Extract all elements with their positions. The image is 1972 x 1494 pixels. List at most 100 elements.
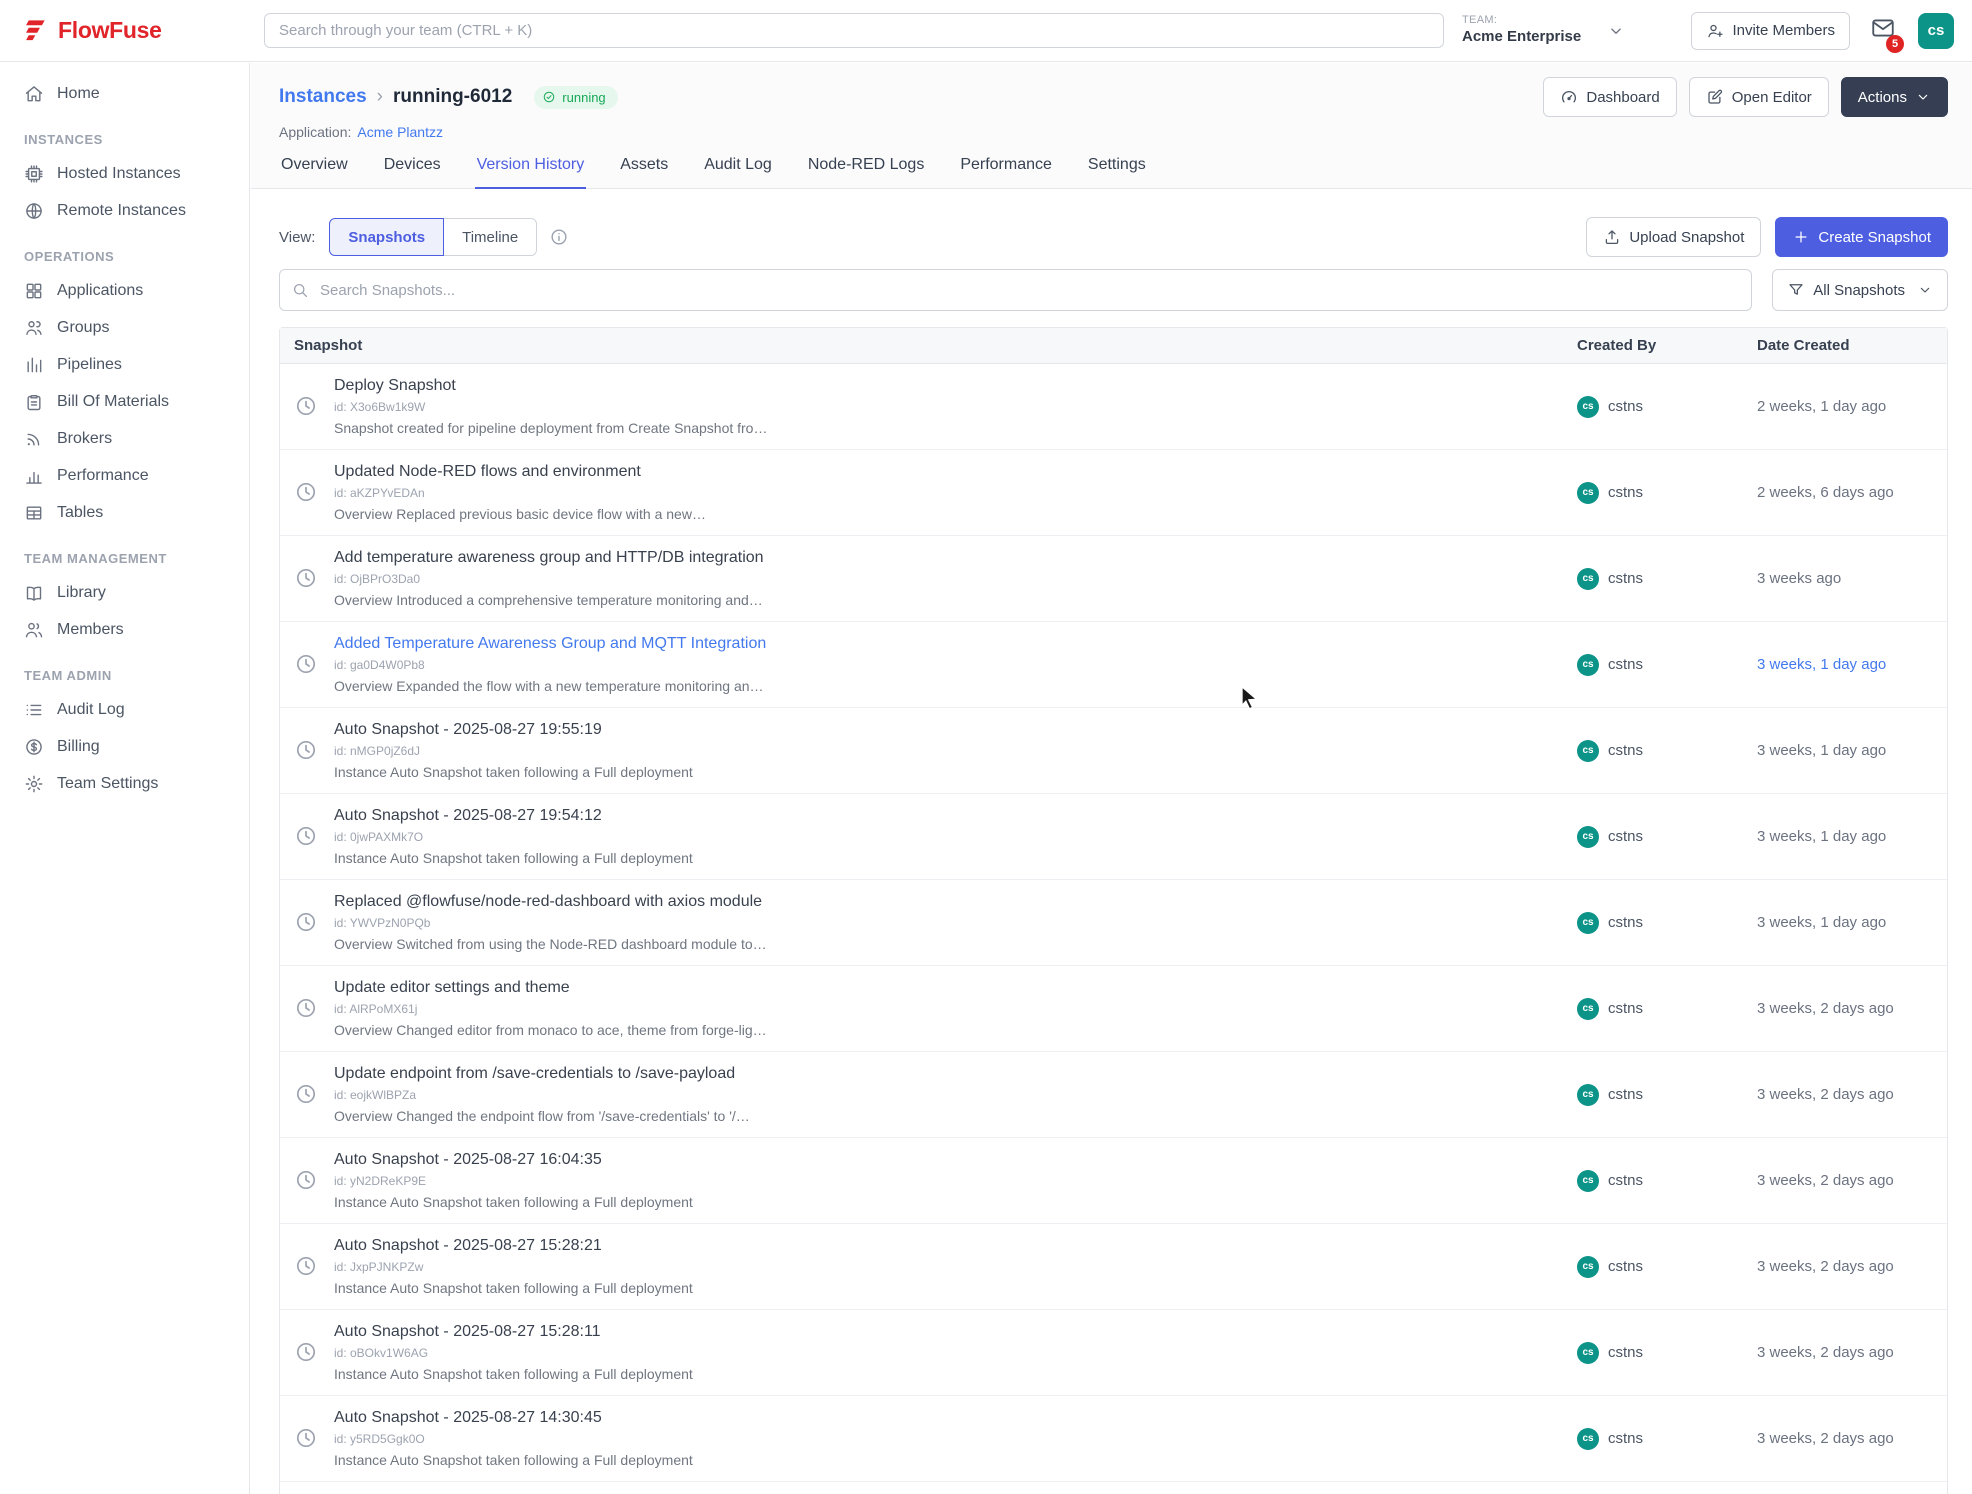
sidebar-item-billing[interactable]: Billing xyxy=(0,728,249,765)
sidebar-item-pipelines[interactable]: Pipelines xyxy=(0,346,249,383)
snapshot-title[interactable]: Update endpoint from /save-credentials t… xyxy=(334,1064,750,1085)
globe-icon xyxy=(24,201,44,221)
snapshot-row[interactable]: Update editor settings and theme id: AlR… xyxy=(280,966,1947,1052)
dashboard-icon xyxy=(1560,88,1578,106)
sidebar-item-library[interactable]: Library xyxy=(0,574,249,611)
user-avatar[interactable]: cs xyxy=(1918,13,1954,49)
sidebar-item-hosted-instances[interactable]: Hosted Instances xyxy=(0,155,249,192)
author-name: cstns xyxy=(1608,1086,1643,1103)
sidebar-item-label: Library xyxy=(57,584,106,602)
snapshot-id: id: aKZPYvEDAn xyxy=(334,486,706,502)
snapshot-row[interactable]: Auto Snapshot - 2025-08-27 15:28:11 id: … xyxy=(280,1310,1947,1396)
create-snapshot-button[interactable]: Create Snapshot xyxy=(1775,217,1948,257)
sidebar-item-label: Brokers xyxy=(57,430,112,448)
snapshot-title[interactable]: Auto Snapshot - 2025-08-27 19:54:12 xyxy=(334,806,693,827)
tab-node-red-logs[interactable]: Node-RED Logs xyxy=(806,156,927,189)
column-header-date-created[interactable]: Date Created xyxy=(1757,337,1947,354)
upload-snapshot-button[interactable]: Upload Snapshot xyxy=(1586,217,1761,257)
date-created-cell: 3 weeks, 1 day ago xyxy=(1757,828,1947,845)
snapshot-description: Overview Changed editor from monaco to a… xyxy=(334,1021,767,1039)
notifications-button[interactable]: 5 xyxy=(1870,15,1896,46)
team-switcher[interactable]: TEAM: Acme Enterprise xyxy=(1462,14,1625,47)
snapshot-title[interactable]: Deploy Snapshot xyxy=(334,376,767,397)
created-by-cell: cs cstns xyxy=(1577,396,1757,418)
clock-icon xyxy=(294,652,318,676)
snapshot-row[interactable]: Update endpoint from /save-credentials t… xyxy=(280,1052,1947,1138)
sidebar-item-remote-instances[interactable]: Remote Instances xyxy=(0,192,249,229)
author-avatar: cs xyxy=(1577,1084,1599,1106)
sidebar-item-label: Tables xyxy=(57,504,103,522)
sidebar-item-audit-log[interactable]: Audit Log xyxy=(0,691,249,728)
application-link[interactable]: Acme Plantzz xyxy=(357,124,443,140)
tab-settings[interactable]: Settings xyxy=(1086,156,1148,189)
snapshot-filter-label: All Snapshots xyxy=(1813,282,1905,299)
snapshot-title[interactable]: Update editor settings and theme xyxy=(334,978,767,999)
sidebar-item-members[interactable]: Members xyxy=(0,611,249,648)
view-toggle-snapshots[interactable]: Snapshots xyxy=(329,218,444,256)
sidebar-item-groups[interactable]: Groups xyxy=(0,309,249,346)
snapshot-title[interactable]: Updated Node-RED flows and environment xyxy=(334,462,706,483)
actions-label: Actions xyxy=(1858,89,1907,106)
book-icon xyxy=(24,583,44,603)
date-created-cell: 3 weeks ago xyxy=(1757,570,1947,587)
column-header-created-by[interactable]: Created By xyxy=(1577,337,1757,354)
actions-button[interactable]: Actions xyxy=(1841,77,1948,117)
column-header-snapshot[interactable]: Snapshot xyxy=(280,337,1577,354)
info-icon[interactable] xyxy=(549,227,569,247)
snapshot-title[interactable]: Auto Snapshot - 2025-08-27 14:30:45 xyxy=(334,1408,693,1429)
clock-icon xyxy=(294,738,318,762)
snapshot-row[interactable]: Auto Snapshot - 2025-08-27 19:54:12 id: … xyxy=(280,794,1947,880)
sidebar-item-performance[interactable]: Performance xyxy=(0,457,249,494)
tab-version-history[interactable]: Version History xyxy=(475,156,587,189)
flowfuse-logo[interactable]: FlowFuse xyxy=(0,17,250,44)
snapshot-title[interactable]: Replaced @flowfuse/node-red-dashboard wi… xyxy=(334,892,767,913)
created-by-cell: cs cstns xyxy=(1577,1342,1757,1364)
author-avatar: cs xyxy=(1577,396,1599,418)
global-search-input[interactable] xyxy=(264,13,1444,48)
snapshot-row[interactable]: Add temperature awareness group and HTTP… xyxy=(280,536,1947,622)
breadcrumb-instances-link[interactable]: Instances xyxy=(279,86,367,108)
author-avatar: cs xyxy=(1577,1170,1599,1192)
snapshot-filter-dropdown[interactable]: All Snapshots xyxy=(1772,269,1948,311)
clock-icon xyxy=(294,910,318,934)
snapshot-title[interactable]: Auto Snapshot - 2025-08-27 15:28:21 xyxy=(334,1236,693,1257)
dashboard-button[interactable]: Dashboard xyxy=(1543,77,1676,117)
invite-members-button[interactable]: Invite Members xyxy=(1691,12,1850,50)
clock-icon xyxy=(294,996,318,1020)
sidebar-item-tables[interactable]: Tables xyxy=(0,494,249,531)
snapshot-search-input[interactable] xyxy=(279,269,1752,311)
view-toggle-timeline[interactable]: Timeline xyxy=(443,218,537,256)
team-label: TEAM: xyxy=(1462,14,1581,28)
open-editor-button[interactable]: Open Editor xyxy=(1689,77,1829,117)
sidebar-item-team-settings[interactable]: Team Settings xyxy=(0,765,249,802)
snapshot-title[interactable]: Auto Snapshot - 2025-08-27 15:28:11 xyxy=(334,1322,693,1343)
snapshot-row[interactable]: Replaced @flowfuse/node-red-dashboard wi… xyxy=(280,880,1947,966)
cog-icon xyxy=(24,774,44,794)
sidebar-item-brokers[interactable]: Brokers xyxy=(0,420,249,457)
sidebar-item-applications[interactable]: Applications xyxy=(0,272,249,309)
snapshot-id: id: eojkWlBPZa xyxy=(334,1088,750,1104)
snapshot-row[interactable]: Auto Snapshot - 2025-08-27 15:28:21 id: … xyxy=(280,1224,1947,1310)
tab-performance[interactable]: Performance xyxy=(958,156,1054,189)
sidebar-item-home[interactable]: Home xyxy=(0,75,249,112)
tab-assets[interactable]: Assets xyxy=(618,156,670,189)
tab-devices[interactable]: Devices xyxy=(382,156,443,189)
snapshot-row[interactable]: Add HTTP endpoint for saving credentials… xyxy=(280,1482,1947,1494)
snapshot-title[interactable]: Added Temperature Awareness Group and MQ… xyxy=(334,634,766,655)
search-icon xyxy=(291,281,309,299)
sidebar-item-bill-of-materials[interactable]: Bill Of Materials xyxy=(0,383,249,420)
snapshot-row[interactable]: Updated Node-RED flows and environment i… xyxy=(280,450,1947,536)
snapshot-row[interactable]: Auto Snapshot - 2025-08-27 19:55:19 id: … xyxy=(280,708,1947,794)
snapshot-title[interactable]: Add temperature awareness group and HTTP… xyxy=(334,548,764,569)
author-name: cstns xyxy=(1608,1344,1643,1361)
snapshot-row[interactable]: Added Temperature Awareness Group and MQ… xyxy=(280,622,1947,708)
snapshot-row[interactable]: Deploy Snapshot id: X3o6Bw1k9W Snapshot … xyxy=(280,364,1947,450)
snapshot-row[interactable]: Auto Snapshot - 2025-08-27 16:04:35 id: … xyxy=(280,1138,1947,1224)
tab-audit-log[interactable]: Audit Log xyxy=(702,156,774,189)
tab-overview[interactable]: Overview xyxy=(279,156,350,189)
snapshot-row[interactable]: Auto Snapshot - 2025-08-27 14:30:45 id: … xyxy=(280,1396,1947,1482)
snapshot-title[interactable]: Auto Snapshot - 2025-08-27 19:55:19 xyxy=(334,720,693,741)
snapshot-title[interactable]: Auto Snapshot - 2025-08-27 16:04:35 xyxy=(334,1150,693,1171)
snapshot-id: id: JxpPJNKPZw xyxy=(334,1260,693,1276)
open-editor-label: Open Editor xyxy=(1732,89,1812,106)
